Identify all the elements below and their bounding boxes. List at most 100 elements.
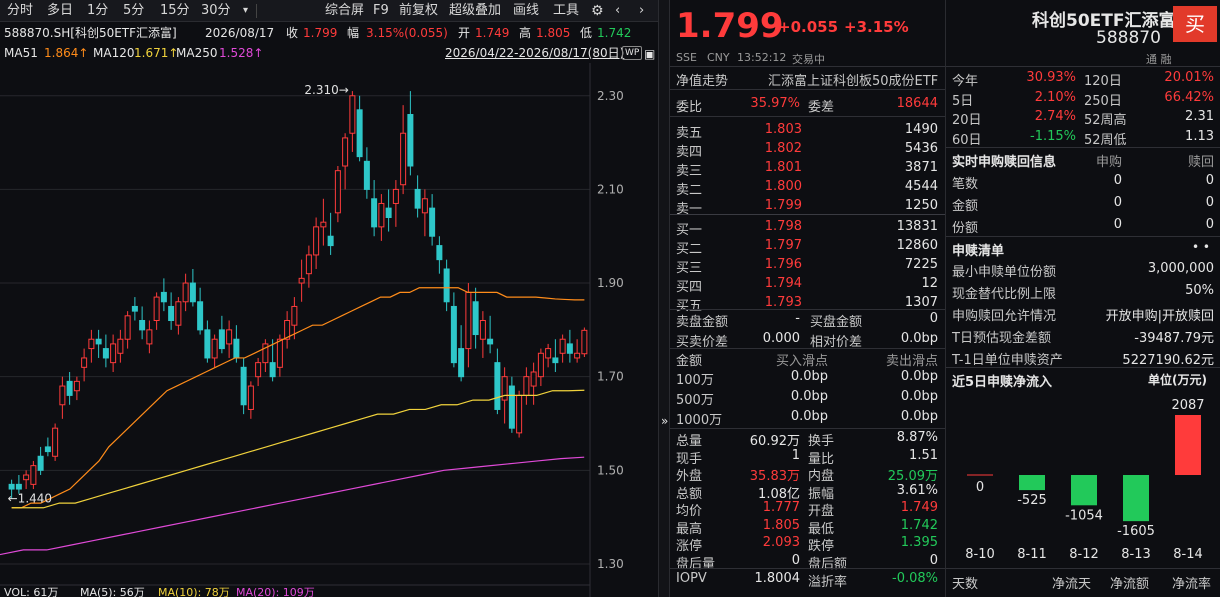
candle-body bbox=[197, 301, 204, 331]
candle-body bbox=[392, 188, 399, 204]
panel-divider[interactable]: » bbox=[658, 0, 670, 597]
stat-value-2: 1.51 bbox=[909, 447, 938, 463]
stat-value: 35.83万 bbox=[749, 469, 800, 484]
flow-bar-chart: 0 8-10 -525 8-11 -1054 8-12 -1605 8-13 2087 8-14 bbox=[965, 398, 1204, 562]
stat-label: 总量 bbox=[676, 434, 703, 449]
buy-level-price: 1.798 bbox=[764, 219, 802, 234]
period-tab-1[interactable]: 多日 bbox=[44, 0, 76, 22]
candle-body bbox=[37, 455, 44, 471]
period-more-icon[interactable]: ▾ bbox=[240, 0, 251, 22]
date-range-selector[interactable]: 2026/04/22-2026/08/17(80日) bbox=[445, 43, 624, 63]
candle-body bbox=[52, 427, 59, 457]
candle-body bbox=[298, 277, 305, 284]
ma250-label: MA250 bbox=[176, 46, 218, 60]
candle-body bbox=[44, 446, 51, 453]
candle-body bbox=[95, 338, 102, 345]
y-tick-label: 2.10 bbox=[597, 182, 624, 196]
more-icon[interactable]: • • bbox=[1192, 240, 1210, 254]
perf-value: -1.15% bbox=[1030, 128, 1076, 144]
ma-legend-bar: MA51 1.864↑ MA120 1.671↑ MA250 1.528↑ 20… bbox=[0, 43, 660, 63]
app-window: { "toolbar": {"left_tabs":["分时","多日","1分… bbox=[0, 0, 1220, 597]
period-tab-2[interactable]: 1分 bbox=[84, 0, 111, 22]
wp-button[interactable]: WP bbox=[622, 46, 643, 60]
candle-body bbox=[226, 329, 233, 345]
period-tab-0[interactable]: 分时 bbox=[4, 0, 36, 22]
flow-unit-label: 单位(万元) bbox=[1148, 373, 1207, 387]
slip-row-sell: 0.0bp bbox=[900, 389, 938, 404]
sub-row-label: 份额 bbox=[952, 221, 979, 236]
candle-body bbox=[516, 394, 523, 434]
next-arrow-icon[interactable]: › bbox=[636, 0, 647, 22]
candle-body bbox=[139, 320, 146, 331]
sell-level-volume: 1250 bbox=[904, 198, 938, 213]
sell-level-volume: 1490 bbox=[904, 122, 938, 137]
candle-body bbox=[59, 385, 66, 406]
quote-panel: 1.799 +0.055 +3.15% SSE CNY 13:52:12 交易中… bbox=[670, 0, 945, 597]
perf-value: 2.74% bbox=[1034, 109, 1076, 124]
period-tab-5[interactable]: 30分 bbox=[198, 0, 234, 22]
y-tick-label: 2.30 bbox=[597, 89, 624, 103]
flow-bar-label: -1054 bbox=[1065, 508, 1103, 523]
perf-label-2: 250日 bbox=[1084, 93, 1122, 109]
days-header: 天数 bbox=[952, 577, 979, 592]
security-code: 588870 bbox=[1096, 28, 1161, 48]
sell-level-label: 卖四 bbox=[676, 145, 703, 160]
volume-legend: MA(10): 78万 bbox=[158, 586, 230, 597]
sub-row-redeem: 0 bbox=[1205, 195, 1214, 210]
perf-label: 5日 bbox=[952, 93, 974, 109]
buy-button[interactable]: 买 bbox=[1173, 6, 1217, 42]
candle-body bbox=[407, 114, 414, 167]
buy-level-volume: 12 bbox=[921, 276, 938, 291]
tool-tab-2[interactable]: 前复权 bbox=[396, 0, 441, 22]
buy-level-label: 买一 bbox=[676, 223, 703, 238]
candle-body bbox=[102, 348, 109, 359]
tool-tab-5[interactable]: 工具 bbox=[550, 0, 582, 22]
flow-bar-label: 2087 bbox=[1171, 398, 1204, 413]
perf-label: 60日 bbox=[952, 132, 982, 148]
flow-day-label: 8-11 bbox=[1017, 547, 1047, 562]
stat-label: 涨停 bbox=[676, 539, 703, 554]
y-tick-label: 1.30 bbox=[597, 557, 624, 571]
tool-tab-3[interactable]: 超级叠加 bbox=[446, 0, 504, 22]
stat-value-2: 3.61% bbox=[896, 482, 938, 498]
prev-arrow-icon[interactable]: ‹ bbox=[612, 0, 623, 22]
sell-amount-value: - bbox=[795, 311, 800, 326]
candle-body bbox=[8, 483, 15, 490]
candle-body bbox=[233, 338, 240, 359]
period-tab-4[interactable]: 15分 bbox=[157, 0, 193, 22]
weibi-label: 委比 bbox=[676, 100, 703, 115]
sell-amount-label: 卖盘金额 bbox=[676, 315, 729, 330]
low-mark-label: ←1.440 bbox=[8, 491, 52, 505]
weicha-value: 18644 bbox=[896, 96, 938, 111]
candle-body bbox=[487, 338, 494, 345]
nav-trend-link[interactable]: 净值走势 bbox=[676, 70, 728, 89]
margin-tags: 通 融 bbox=[1146, 53, 1172, 66]
period-tab-3[interactable]: 5分 bbox=[120, 0, 147, 22]
tool-tab-4[interactable]: 画线 bbox=[510, 0, 542, 22]
flow-day-label: 8-14 bbox=[1173, 547, 1203, 562]
stat-value: 60.92万 bbox=[749, 434, 800, 449]
pin-icon[interactable]: ▣ bbox=[644, 44, 655, 64]
kline-chart[interactable]: 2.30 2.10 1.90 1.70 1.50 1.30 2.310→ ←1.440 VOL:… bbox=[0, 63, 660, 597]
candle-body bbox=[458, 348, 465, 378]
buy-amount-value: 0 bbox=[929, 311, 938, 326]
date-label: 2026/08/17 bbox=[205, 26, 275, 40]
candle-body bbox=[117, 338, 124, 354]
y-tick-label: 1.70 bbox=[597, 370, 624, 384]
candle-body bbox=[291, 305, 298, 326]
collapse-arrow-icon[interactable]: » bbox=[661, 414, 668, 428]
stat-label: 均价 bbox=[676, 504, 703, 519]
tool-tab-1[interactable]: F9 bbox=[370, 0, 392, 22]
candle-body bbox=[182, 282, 189, 303]
candle-body bbox=[146, 329, 153, 345]
flow-rate-header: 净流率 bbox=[1172, 577, 1212, 592]
spread-value: 0.000 bbox=[762, 331, 800, 346]
candle-body bbox=[269, 362, 276, 378]
candle-body bbox=[276, 338, 283, 368]
sell-level-price: 1.802 bbox=[764, 141, 802, 156]
tool-tab-0[interactable]: 综合屏 bbox=[322, 0, 367, 22]
slip-row-amount: 100万 bbox=[676, 373, 714, 388]
perf-label-2: 52周低 bbox=[1084, 132, 1127, 148]
buy-level-price: 1.797 bbox=[764, 238, 802, 253]
settings-gear-icon[interactable]: ⚙ bbox=[588, 0, 607, 22]
